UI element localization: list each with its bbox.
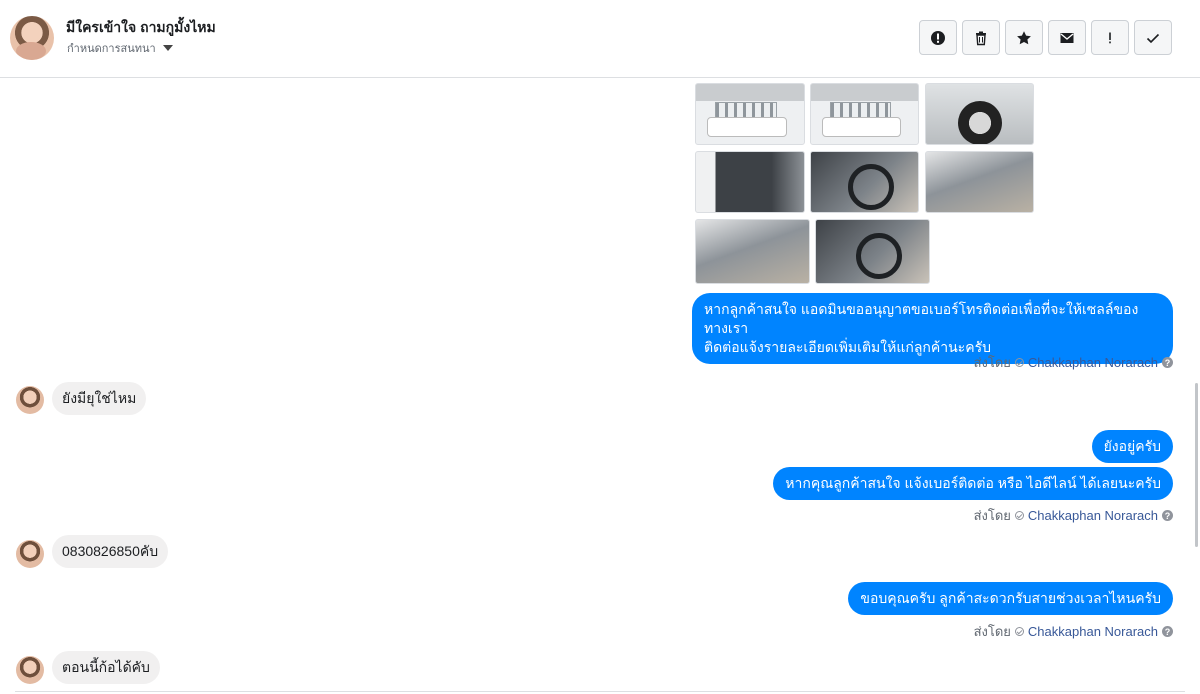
incoming-message[interactable]: ยังมียุใช่ไหม <box>52 382 147 415</box>
conversation-label-text: กำหนดการสนทนา <box>67 43 156 55</box>
star-icon <box>1017 30 1031 44</box>
sender-name-link[interactable]: Chakkaphan Norarach <box>1028 508 1158 523</box>
follow-up-button[interactable] <box>1091 20 1129 55</box>
delete-button[interactable] <box>962 20 1000 55</box>
mark-unread-button[interactable] <box>1048 20 1086 55</box>
sent-by-label: ส่งโดย <box>973 508 1011 523</box>
scrollbar[interactable] <box>1195 383 1198 547</box>
help-icon[interactable]: ? <box>1162 357 1173 368</box>
photo-truck-rear[interactable] <box>695 83 805 145</box>
outgoing-message[interactable]: หากคุณลูกค้าสนใจ แจ้งเบอร์ติดต่อ หรือ ไอ… <box>773 467 1173 500</box>
outgoing-message[interactable]: ยังอยู่ครับ <box>1091 430 1173 463</box>
contact-avatar-small[interactable] <box>16 656 44 684</box>
help-icon[interactable]: ? <box>1162 510 1173 521</box>
envelope-icon <box>1060 32 1074 43</box>
contact-avatar-small[interactable] <box>16 386 44 414</box>
photo-truck-wheel[interactable] <box>925 83 1034 145</box>
spam-button[interactable] <box>919 20 957 55</box>
photo-dashboard[interactable] <box>810 151 919 213</box>
sent-check-icon <box>1014 627 1024 636</box>
sent-by-info: ส่งโดย Chakkaphan Norarach ? <box>974 505 1173 526</box>
photo-truck-side[interactable] <box>810 83 919 145</box>
help-icon[interactable]: ? <box>1162 626 1173 637</box>
photo-steering-wheel[interactable] <box>815 219 930 284</box>
photo-gear-console[interactable] <box>925 151 1034 213</box>
conversation-header: มีใครเข้าใจ ถามกูมั้งไหม กำหนดการสนทนา <box>0 0 1200 78</box>
incoming-message[interactable]: 0830826850คับ <box>52 535 169 568</box>
sent-by-label: ส่งโดย <box>973 624 1011 639</box>
sent-check-icon <box>1014 358 1024 367</box>
sent-check-icon <box>1014 511 1024 520</box>
star-button[interactable] <box>1005 20 1043 55</box>
photo-seats[interactable] <box>695 219 810 284</box>
trash-icon <box>976 31 986 45</box>
alert-circle-icon <box>931 30 945 45</box>
photo-door-interior[interactable] <box>695 151 805 213</box>
sent-by-info: ส่งโดย Chakkaphan Norarach ? <box>974 621 1173 642</box>
caret-down-icon <box>162 45 173 51</box>
mark-done-button[interactable] <box>1134 20 1172 55</box>
exclamation-icon <box>1109 32 1111 43</box>
contact-avatar[interactable] <box>10 16 54 60</box>
checkmark-icon <box>1146 33 1160 43</box>
incoming-message[interactable]: ตอนนี้ก้อได้คับ <box>52 651 160 684</box>
conversation-label-dropdown[interactable]: กำหนดการสนทนา <box>67 39 173 57</box>
contact-name[interactable]: มีใครเข้าใจ ถามกูมั้งไหม <box>66 17 216 39</box>
message-line: หากลูกค้าสนใจ แอดมินขออนุญาตขอเบอร์โทรติ… <box>704 301 1139 336</box>
sent-by-label: ส่งโดย <box>973 355 1011 370</box>
conversation-toolbar <box>919 20 1172 55</box>
sender-name-link[interactable]: Chakkaphan Norarach <box>1028 355 1158 370</box>
contact-avatar-small[interactable] <box>16 540 44 568</box>
message-thread: หากลูกค้าสนใจ แอดมินขออนุญาตขอเบอร์โทรติ… <box>0 79 1200 694</box>
outgoing-message[interactable]: ขอบคุณครับ ลูกค้าสะดวกรับสายช่วงเวลาไหนค… <box>848 582 1173 615</box>
sent-by-info: ส่งโดย Chakkaphan Norarach ? <box>974 352 1173 373</box>
sender-name-link[interactable]: Chakkaphan Norarach <box>1028 624 1158 639</box>
divider <box>15 691 1185 692</box>
